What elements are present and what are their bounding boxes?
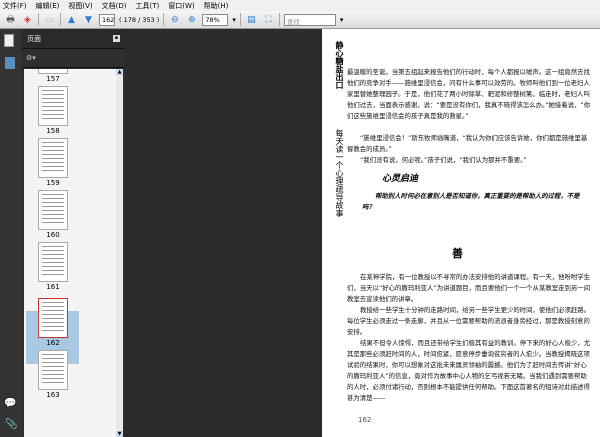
thumbnail-list: ▲ ▼ 157 158 159 160 161 162 163 bbox=[24, 69, 123, 437]
search-input[interactable]: 查找 bbox=[283, 13, 336, 26]
export-icon[interactable]: ◈ bbox=[21, 13, 34, 26]
menu-bar: 文件(F) 编辑(E) 视图(V) 文档(D) 工具(T) 窗口(W) 帮助(H… bbox=[0, 0, 600, 11]
thumbnail-label: 159 bbox=[46, 179, 60, 187]
menu-tools[interactable]: 工具(T) bbox=[136, 1, 160, 11]
paragraph: 最温暖的圣诞。当第五组起来报告他们的行动时，每个人都报以嘘声。这一组竟然去找他们… bbox=[347, 68, 591, 120]
page-thumbnail[interactable] bbox=[38, 190, 68, 230]
divider bbox=[163, 13, 165, 26]
paragraph: “施维里浸信会！”斯东牧师插嘴道，“我认为你们应该告诉她，你们都是施维里基督教会… bbox=[347, 134, 588, 153]
previous-page-icon[interactable]: ▲ bbox=[65, 13, 78, 26]
menu-window[interactable]: 窗口(W) bbox=[168, 1, 194, 11]
search-dropdown-icon[interactable]: ▾ bbox=[340, 16, 344, 24]
navigation-strip: 💬 📎 bbox=[0, 29, 22, 437]
scrollbar[interactable]: ▲ ▼ bbox=[116, 69, 123, 437]
side-subtitle: 每天读一个心理疏导故事 bbox=[335, 129, 344, 217]
panel-menu-button[interactable]: ▪ bbox=[113, 35, 120, 42]
fit-page-icon[interactable]: ⛶ bbox=[262, 13, 275, 26]
next-page-icon[interactable]: ▼ bbox=[82, 13, 95, 26]
paragraph: 在某神学院，有一位教授以不寻常的办法安排他的讲道课程。有一天，他吩咐学生们，当天… bbox=[347, 273, 591, 303]
menu-edit[interactable]: 编辑(E) bbox=[36, 1, 60, 11]
document-page: 静心糖盐出口 每天读一个心理疏导故事 最温暖的圣诞。当第五组起来报告他们的行动时… bbox=[322, 29, 600, 437]
thumbnail-label: 157 bbox=[46, 75, 60, 83]
page-number: 162 bbox=[358, 416, 372, 424]
section-heading: 善 bbox=[452, 247, 463, 260]
pages-panel: 页面 ▪ ⚙▾ ▲ ▼ 157 158 159 160 161 162 163 bbox=[22, 29, 125, 437]
thumbnail-label: 163 bbox=[46, 391, 60, 399]
thumbnail-label: 158 bbox=[46, 127, 60, 135]
page-thumbnail[interactable] bbox=[38, 86, 68, 126]
paragraph: 教授给一些学生十分钟的走路时间，给另一些学生更少的时间，使他们必须赶路。每位学生… bbox=[347, 306, 591, 336]
divider bbox=[60, 13, 61, 26]
zoom-in-icon[interactable]: ⊕ bbox=[185, 13, 198, 26]
thumbnail-label: 160 bbox=[46, 231, 60, 239]
fit-width-icon[interactable]: ▤ bbox=[245, 13, 258, 26]
toolbar: 🖶 ◈ ▭ ▲ ▼ 162 ( 178 / 353 ) ⊖ ⊕ 78% ▾ ▤ … bbox=[0, 11, 600, 29]
zoom-dropdown-icon[interactable]: ▾ bbox=[232, 16, 236, 24]
zoom-out-icon[interactable]: ⊖ bbox=[168, 13, 181, 26]
menu-document[interactable]: 文档(D) bbox=[102, 1, 127, 11]
divider bbox=[278, 13, 280, 26]
pages-icon[interactable] bbox=[4, 34, 14, 47]
insight-text: 帮助别人时何必在意别人是否知道你，真正重要的是帮助人的过程，不是吗？ bbox=[362, 192, 580, 211]
paragraph: “我们没有说，何必呢。”孩子们说，“我们认为那并不重要。” bbox=[360, 156, 527, 164]
comments-icon[interactable]: 💬 bbox=[4, 398, 16, 409]
insight-title: 心灵启迪 bbox=[382, 174, 419, 184]
thumbnail-label: 161 bbox=[46, 283, 60, 291]
print-icon[interactable]: 🖶 bbox=[4, 13, 17, 26]
menu-help[interactable]: 帮助(H) bbox=[204, 1, 229, 11]
page-number-input[interactable]: 162 bbox=[99, 13, 115, 26]
page-thumbnail[interactable] bbox=[38, 350, 68, 390]
bookmarks-icon[interactable] bbox=[5, 57, 15, 69]
page-thumbnail[interactable] bbox=[38, 138, 68, 178]
zoom-input[interactable]: 78% bbox=[202, 13, 229, 26]
comment-icon[interactable]: ▭ bbox=[43, 13, 56, 26]
options-icon[interactable]: ⚙▾ bbox=[26, 54, 36, 62]
paragraph: 结果不但令人惊愕，而且还带给学生们极其有益的教训。停下来的好心人极少，尤其是那些… bbox=[347, 339, 591, 402]
panel-title: 页面 bbox=[27, 34, 41, 43]
side-title: 静心糖盐出口 bbox=[335, 41, 344, 89]
page-thumbnail[interactable] bbox=[38, 242, 68, 282]
divider bbox=[239, 13, 241, 26]
menu-file[interactable]: 文件(F) bbox=[3, 1, 27, 11]
page-count: ( 178 / 353 ) bbox=[119, 15, 160, 24]
divider bbox=[38, 13, 39, 26]
page-thumbnail[interactable] bbox=[38, 298, 68, 338]
page-thumbnail[interactable] bbox=[38, 69, 68, 74]
thumbnail-label: 162 bbox=[46, 339, 60, 347]
attachments-icon[interactable]: 📎 bbox=[5, 419, 17, 430]
menu-view[interactable]: 视图(V) bbox=[68, 1, 92, 11]
